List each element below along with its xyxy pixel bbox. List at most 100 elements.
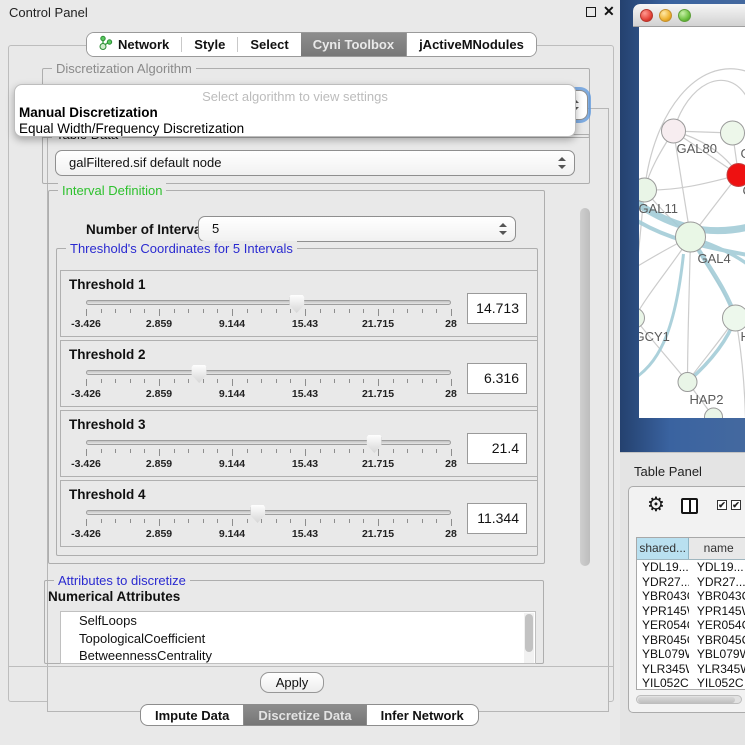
table-row[interactable]: YPR145WYPR145W [637,604,745,619]
popup-placeholder-item[interactable]: Select algorithm to view settings [15,89,575,104]
network-node[interactable] [639,308,645,328]
tick-mark [407,449,408,453]
zoom-traffic-light-icon[interactable] [678,9,691,22]
network-node[interactable] [676,222,706,252]
scrollbar-thumb[interactable] [525,614,533,652]
table-cell[interactable]: YBL079W [689,647,745,662]
table-cell[interactable]: YBR043C [689,589,745,604]
tick-mark [290,309,291,313]
popup-option-equal-width[interactable]: Equal Width/Frequency Discretization [19,121,244,136]
table-cell[interactable]: YDL19... [637,560,689,575]
gear-icon[interactable]: ⚙ [647,494,665,516]
table-cell[interactable]: YBR045C [689,633,745,648]
tick-mark [378,379,379,386]
checkbox-icon[interactable]: ✔ [717,500,727,510]
table-cell[interactable]: YIL052C [689,676,745,690]
table-cell[interactable]: YBR045C [637,633,689,648]
checkbox-icon[interactable]: ✔ [731,500,741,510]
slider-track[interactable] [86,510,451,515]
slider-tick-labels: -3.4262.8599.14415.4321.71528 [86,528,451,540]
scrollbar-thumb[interactable] [580,208,590,566]
form-vertical-scrollbar[interactable] [578,190,592,662]
network-node[interactable] [723,305,745,331]
close-traffic-light-icon[interactable] [640,9,653,22]
attribute-list-item[interactable]: BetweennessCentrality [61,647,535,664]
tab-discretize-data[interactable]: Discretize Data [244,704,366,726]
tab-network[interactable]: Network [87,33,181,56]
table-cell[interactable]: YDR27... [689,575,745,590]
tick-mark [174,449,175,453]
tick-mark [393,519,394,523]
attribute-list-item[interactable]: SelfLoops [61,612,535,630]
tab-select[interactable]: Select [238,33,300,56]
network-node[interactable] [639,178,657,202]
tick-mark [363,449,364,453]
column-header-name[interactable]: name [689,538,745,559]
table-data-combobox[interactable]: galFiltered.sif default node [55,150,575,176]
threshold-value-field[interactable]: 11.344 [467,503,527,534]
table-cell[interactable]: YPR145W [637,604,689,619]
network-node[interactable] [721,121,745,145]
threshold-value-field[interactable]: 14.713 [467,293,527,324]
network-node[interactable] [662,119,686,143]
table-cell[interactable]: YDR27... [637,575,689,590]
minimize-traffic-light-icon[interactable] [659,9,672,22]
close-icon[interactable]: ✕ [603,3,615,20]
table-cell[interactable]: YDL19... [689,560,745,575]
tick-mark [422,309,423,313]
table-cell[interactable]: YPR145W [689,604,745,619]
number-of-intervals-combobox[interactable]: 5 [198,216,516,242]
threshold-slider[interactable]: -3.4262.8599.14415.4321.71528 [86,271,451,336]
table-row[interactable]: YBR043CYBR043C [637,589,745,604]
table-cell[interactable]: YLR345W [689,662,745,677]
tab-style[interactable]: Style [182,33,237,56]
table-horizontal-scrollbar[interactable] [636,695,742,704]
tick-mark [305,379,306,386]
table-row[interactable]: YER054CYER054C [637,618,745,633]
tick-mark [436,379,437,383]
slider-track[interactable] [86,440,451,445]
table-cell[interactable]: YLR345W [637,662,689,677]
table-row[interactable]: YDR27...YDR27... [637,575,745,590]
threshold-value-field[interactable]: 21.4 [467,433,527,464]
table-cell[interactable]: YIL052C [637,676,689,690]
tick-mark [86,449,87,456]
slider-track[interactable] [86,370,451,375]
tab-cyni-toolbox[interactable]: Cyni Toolbox [301,33,406,56]
network-node[interactable] [678,373,697,392]
table-row[interactable]: YBR045CYBR045C [637,633,745,648]
table-row[interactable]: YBL079WYBL079W [637,647,745,662]
table-row[interactable]: YDL19...YDL19... [637,560,745,575]
attributes-scrollbar[interactable] [524,613,534,664]
slider-track[interactable] [86,300,451,305]
table-row[interactable]: YLR345WYLR345W [637,662,745,677]
threshold-value-field[interactable]: 6.316 [467,363,527,394]
network-canvas[interactable]: GAL80 GA C GAL11 GAL4 GCY1 H HAP2 [639,27,745,418]
table-row[interactable]: YIL052CYIL052C [637,676,745,690]
columns-icon[interactable] [681,498,698,514]
scrollbar-thumb[interactable] [638,697,735,704]
threshold-slider[interactable]: -3.4262.8599.14415.4321.71528 [86,411,451,476]
table-cell[interactable]: YER054C [689,618,745,633]
tick-mark [144,449,145,453]
table-cell[interactable]: YBR043C [637,589,689,604]
tick-mark [451,379,452,386]
apply-button[interactable]: Apply [260,672,324,693]
tab-jactivemnodules[interactable]: jActiveMNodules [406,33,536,56]
tab-infer-network[interactable]: Infer Network [367,704,479,726]
threshold-slider[interactable]: -3.4262.8599.14415.4321.71528 [86,481,451,546]
popup-option-manual-discretization[interactable]: Manual Discretization [19,105,158,120]
float-window-icon[interactable] [586,7,596,17]
tick-mark [188,449,189,453]
tab-impute-data[interactable]: Impute Data [140,704,244,726]
tick-mark [232,449,233,456]
table-cell[interactable]: YER054C [637,618,689,633]
network-node[interactable] [705,408,723,418]
table-data-groupbox: Table Data galFiltered.sif default node [42,134,590,184]
column-header-shared-name[interactable]: shared... [637,538,689,559]
tick-mark [130,449,131,453]
threshold-slider[interactable]: -3.4262.8599.14415.4321.71528 [86,341,451,406]
attribute-list-item[interactable]: TopologicalCoefficient [61,630,535,648]
table-cell[interactable]: YBL079W [637,647,689,662]
numerical-attributes-list[interactable]: SelfLoopsTopologicalCoefficientBetweenne… [60,611,536,664]
